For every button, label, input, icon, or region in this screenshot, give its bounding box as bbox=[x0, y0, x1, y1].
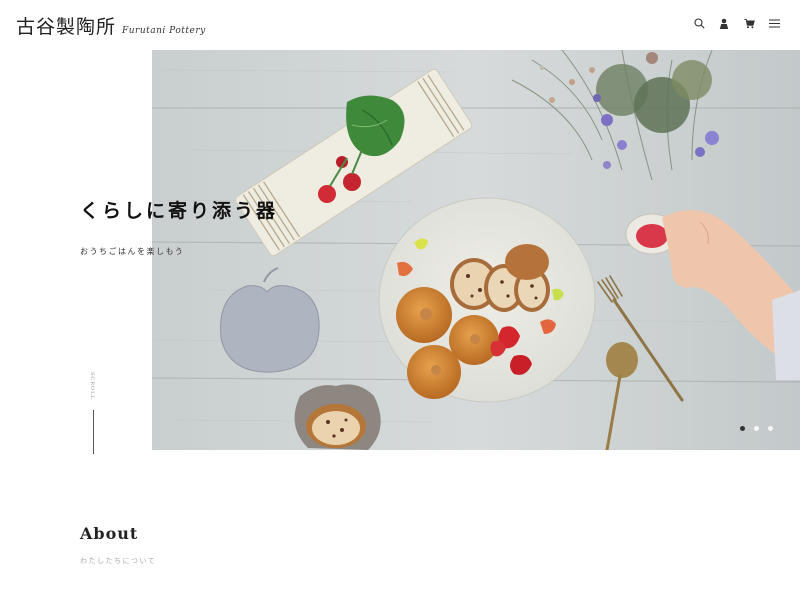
slider-dot-1[interactable] bbox=[740, 426, 745, 431]
hero-title: くらしに寄り添う器 bbox=[80, 200, 279, 222]
hero-slider bbox=[152, 50, 800, 450]
slider-dot-2[interactable] bbox=[754, 426, 759, 431]
slider-pagination bbox=[740, 426, 773, 431]
cart-icon[interactable] bbox=[743, 16, 755, 30]
search-icon[interactable] bbox=[693, 16, 705, 30]
scroll-label: SCROLL bbox=[89, 372, 95, 400]
menu-icon[interactable] bbox=[768, 16, 780, 30]
header-nav bbox=[693, 16, 780, 30]
site-header: 古谷製陶所 Furutani Pottery bbox=[0, 0, 800, 50]
hero-photo bbox=[152, 50, 800, 450]
logo-japanese: 古谷製陶所 bbox=[16, 16, 117, 38]
about-subtitle: わたしたちについて bbox=[80, 557, 157, 565]
slider-dot-3[interactable] bbox=[768, 426, 773, 431]
logo-english: Furutani Pottery bbox=[122, 26, 206, 36]
user-icon[interactable] bbox=[718, 16, 730, 30]
scroll-indicator[interactable]: SCROLL bbox=[88, 372, 100, 454]
about-title: About bbox=[80, 524, 139, 543]
scroll-line bbox=[93, 410, 94, 454]
site-logo[interactable]: 古谷製陶所 Furutani Pottery bbox=[16, 12, 206, 39]
hero-subtitle: おうちごはんを楽しもう bbox=[80, 247, 185, 256]
